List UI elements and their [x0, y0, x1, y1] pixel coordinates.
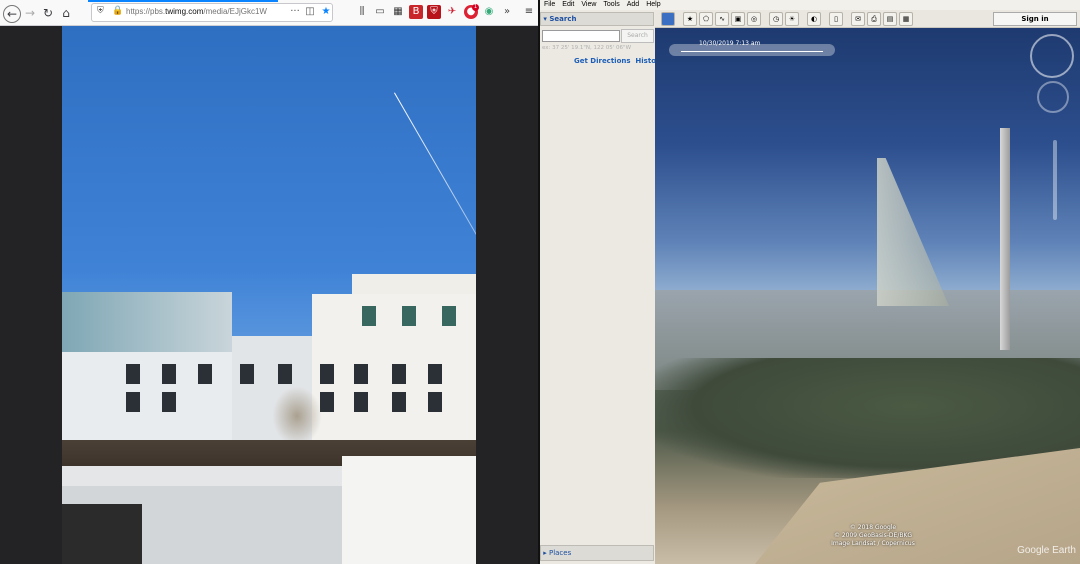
- window: [392, 364, 406, 384]
- window: [162, 392, 176, 412]
- ghostery-icon[interactable]: ✈: [445, 5, 459, 19]
- sign-in-button[interactable]: Sign in: [993, 12, 1077, 26]
- window: [126, 392, 140, 412]
- google-earth-logo: Google Earth: [1017, 545, 1076, 556]
- active-tab-indicator: [88, 0, 278, 2]
- places-panel-header[interactable]: ▸ Places: [540, 545, 654, 561]
- addon-green-icon[interactable]: ◉: [482, 5, 496, 19]
- window: [428, 364, 442, 384]
- time-slider-label: 10/30/2019 7:13 am: [699, 40, 761, 47]
- firefox-toolbar: ← → ↻ ⌂ ⛨ 🔒 https://pbs.twimg.com/media/…: [0, 0, 538, 26]
- ublock-icon[interactable]: ⛨: [427, 5, 441, 19]
- window: [278, 364, 292, 384]
- overflow-chevron-icon[interactable]: »: [500, 5, 514, 19]
- menu-bar: File Edit View Tools Add Help: [540, 0, 1080, 10]
- window: [392, 392, 406, 412]
- photo-image: [62, 26, 476, 564]
- window: [126, 364, 140, 384]
- menu-help[interactable]: Help: [646, 1, 660, 8]
- menu-tools[interactable]: Tools: [603, 1, 619, 8]
- time-slider-track[interactable]: [681, 51, 823, 52]
- more-icon[interactable]: ···: [288, 5, 302, 19]
- get-directions-link[interactable]: Get Directions: [574, 57, 631, 65]
- window: [320, 392, 334, 412]
- contrail: [394, 92, 476, 284]
- search-panel-header[interactable]: ▾ Search: [540, 12, 654, 26]
- print-icon[interactable]: ⎙: [867, 12, 881, 26]
- menu-file[interactable]: File: [544, 1, 555, 8]
- search-hint: ex: 37 25' 19.1"N, 122 05' 06"W: [542, 45, 632, 51]
- sun-icon[interactable]: ☀: [785, 12, 799, 26]
- look-control-icon[interactable]: [1037, 81, 1069, 113]
- search-input[interactable]: [542, 30, 620, 42]
- addon-badge: 1: [472, 4, 479, 11]
- library-icon[interactable]: ⫼: [355, 5, 369, 19]
- window: [428, 392, 442, 412]
- window: [240, 364, 254, 384]
- menu-edit[interactable]: Edit: [562, 1, 574, 8]
- window: [354, 392, 368, 412]
- save-image-icon[interactable]: ▤: [883, 12, 897, 26]
- copyright-line: Image Landsat / Copernicus: [831, 540, 915, 547]
- historical-imagery-icon[interactable]: ◷: [769, 12, 783, 26]
- window: [354, 364, 368, 384]
- window: [162, 364, 176, 384]
- ruler-icon[interactable]: ▯: [829, 12, 843, 26]
- doorway: [62, 504, 142, 564]
- window: [320, 364, 334, 384]
- home-icon[interactable]: ⌂: [58, 5, 74, 21]
- polygon-icon[interactable]: ⬠: [699, 12, 713, 26]
- chimney-tower: [1000, 128, 1010, 350]
- record-tour-icon[interactable]: ◎: [747, 12, 761, 26]
- shield-icon[interactable]: ⛨: [97, 6, 104, 16]
- star-icon[interactable]: ★: [319, 5, 333, 19]
- overlay-icon[interactable]: ▣: [731, 12, 745, 26]
- search-links: Get Directions History: [574, 57, 664, 65]
- forward-icon[interactable]: →: [22, 5, 38, 21]
- window: [442, 306, 456, 326]
- search-button[interactable]: Search: [621, 29, 654, 43]
- window: [362, 306, 376, 326]
- sun-shadow-overlay: [877, 158, 949, 306]
- menu-view[interactable]: View: [581, 1, 596, 8]
- compass-control-icon[interactable]: [1030, 34, 1074, 78]
- extensions-icon[interactable]: ▦: [391, 5, 405, 19]
- url-text[interactable]: https://pbs.twimg.com/media/EJjGkc1W: [126, 7, 267, 16]
- time-slider[interactable]: 10/30/2019 7:13 am: [669, 40, 835, 56]
- reload-icon[interactable]: ↻: [40, 5, 56, 21]
- lock-icon[interactable]: 🔒: [112, 6, 123, 16]
- sidebar-toggle-icon[interactable]: [661, 12, 675, 26]
- menu-icon[interactable]: ≡: [522, 5, 536, 19]
- bitwarden-icon[interactable]: B: [409, 5, 423, 19]
- view-maps-icon[interactable]: ▦: [899, 12, 913, 26]
- tree: [272, 386, 322, 446]
- path-icon[interactable]: ∿: [715, 12, 729, 26]
- back-icon[interactable]: ←: [3, 5, 21, 23]
- earth-3d-view[interactable]: 10/30/2019 7:13 am © 2018 Google © 2009 …: [655, 28, 1080, 564]
- ge-toolbar: ★ ⬠ ∿ ▣ ◎ ◷ ☀ ◐ ▯ ✉ ⎙ ▤ ▦ Sign in: [655, 10, 1080, 28]
- zoom-slider[interactable]: [1053, 140, 1057, 220]
- firefox-window: ← → ↻ ⌂ ⛨ 🔒 https://pbs.twimg.com/media/…: [0, 0, 538, 564]
- pocket-icon[interactable]: ◫: [303, 5, 317, 19]
- email-icon[interactable]: ✉: [851, 12, 865, 26]
- building-left-glass: [62, 292, 232, 352]
- copyright-line: © 2009 GeoBasis-DE/BKG: [833, 532, 913, 539]
- courtyard-wall-right: [342, 456, 476, 564]
- imagery-copyright: © 2018 Google © 2009 GeoBasis-DE/BKG Ima…: [823, 524, 923, 548]
- menu-add[interactable]: Add: [627, 1, 639, 8]
- window: [198, 364, 212, 384]
- planet-icon[interactable]: ◐: [807, 12, 821, 26]
- sidebar: ▾ Search Search ex: 37 25' 19.1"N, 122 0…: [540, 10, 664, 564]
- placemark-icon[interactable]: ★: [683, 12, 697, 26]
- google-earth-window: File Edit View Tools Add Help ▾ Search Search…: [540, 0, 1080, 564]
- window: [402, 306, 416, 326]
- copyright-line: © 2018 Google: [849, 524, 897, 531]
- sidebar-icon[interactable]: ▭: [373, 5, 387, 19]
